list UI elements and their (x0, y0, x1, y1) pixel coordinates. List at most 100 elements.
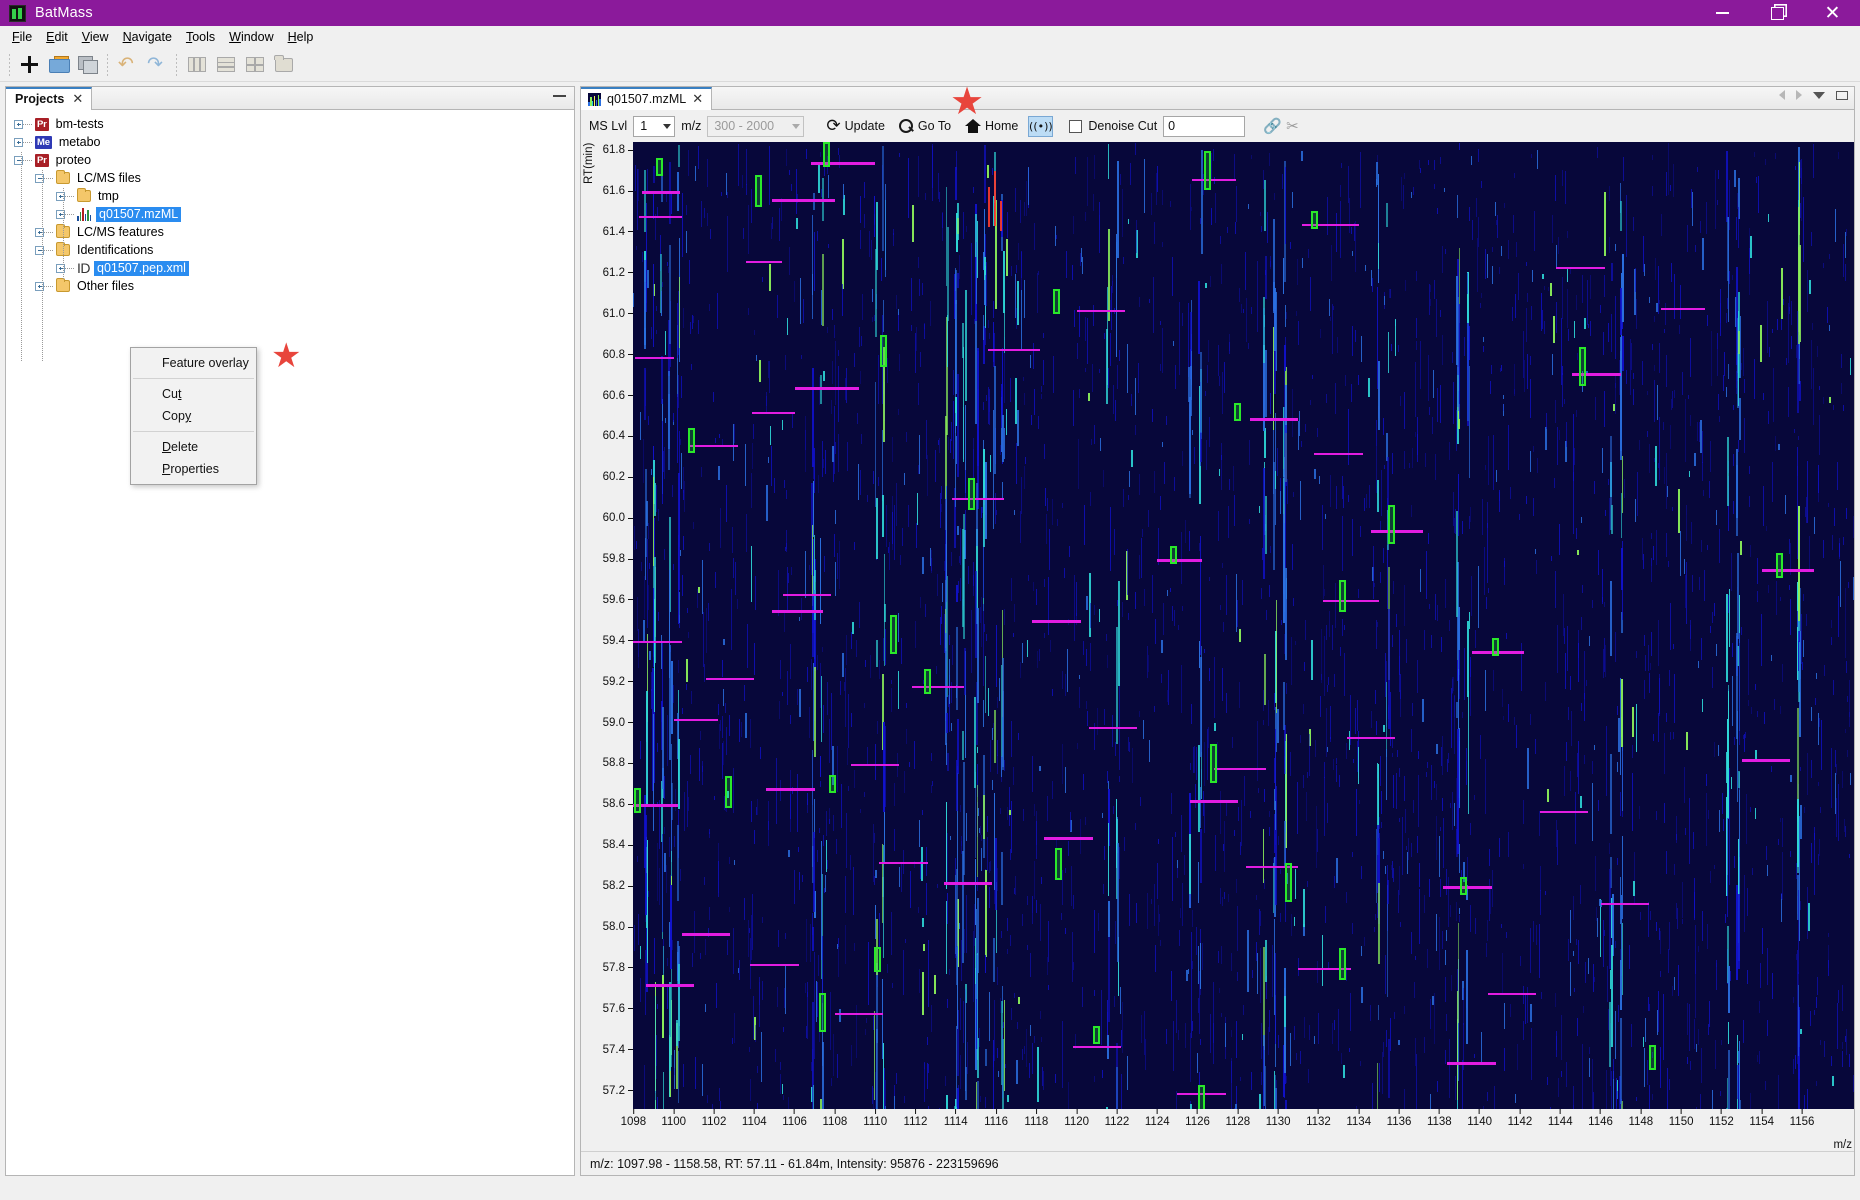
identification-marker (1198, 1084, 1206, 1109)
chevron-down-icon (792, 123, 801, 129)
redo-button[interactable]: ↷ (142, 51, 171, 79)
tree-item-q01507-pep-xml[interactable]: ID q01507.pep.xml (6, 259, 574, 277)
x-tick-label: 1114 (943, 1116, 968, 1128)
minimize-icon[interactable] (553, 95, 566, 97)
layout-rows-button[interactable] (211, 51, 240, 79)
heatmap-canvas[interactable] (633, 142, 1854, 1109)
ms-level-value: 1 (640, 119, 648, 133)
close-icon[interactable]: ✕ (692, 92, 703, 107)
denoise-cut-input[interactable]: 0 (1163, 115, 1246, 137)
minimize-icon[interactable] (1695, 0, 1750, 26)
tree-item-tmp[interactable]: tmp (6, 187, 574, 205)
tree-connector (44, 231, 53, 233)
x-axis-tick: 1148 (1628, 1109, 1653, 1128)
chevron-down-icon[interactable] (1813, 91, 1825, 99)
expand-icon[interactable] (14, 137, 23, 147)
window-controls: ✕ (1695, 0, 1860, 26)
projects-panel-header: Projects ✕ (6, 86, 574, 110)
y-tick-label: 58.6 (602, 798, 625, 811)
tab-projects[interactable]: Projects ✕ (6, 86, 93, 110)
tree-guide (63, 242, 64, 280)
tree-item-lc-ms-features[interactable]: LC/MS features (6, 223, 574, 241)
y-tick-label: 59.2 (602, 675, 625, 688)
menu-item-properties[interactable]: Properties (131, 458, 256, 480)
feature-overlay-bar (851, 763, 900, 767)
tree-item-bm-tests[interactable]: Pr bm-tests (6, 115, 574, 133)
expand-icon[interactable] (14, 119, 23, 129)
home-label: Home (985, 119, 1019, 133)
update-button[interactable]: ⟳ Update (822, 117, 889, 135)
tab-q01507-mzml[interactable]: q01507.mzML ✕ (581, 86, 713, 110)
menu-edit[interactable]: Edit (39, 28, 75, 46)
close-icon[interactable]: ✕ (72, 92, 83, 107)
x-tick-label: 1100 (661, 1116, 687, 1128)
lcms-map-plot[interactable]: RT(min) 61.8 61.6 61.4 61.2 61.0 60.8 60.6 60.4… (581, 142, 1854, 1151)
layout-grid-button[interactable] (240, 51, 269, 79)
x-axis-tick: 1100 (661, 1109, 686, 1128)
menu-item-feature-overlay[interactable]: Feature overlay (131, 352, 256, 374)
maximize-icon[interactable] (1836, 90, 1848, 100)
identification-marker (1578, 347, 1586, 387)
x-axis: 1098 1100 1102 1104 1106 1108 1110 1112 1114 1116… (621, 1109, 1854, 1131)
menu-tools[interactable]: Tools (179, 28, 222, 46)
tick-mark (1438, 1109, 1440, 1114)
chromatogram-icon (77, 207, 92, 221)
x-axis-tick: 1102 (702, 1109, 726, 1128)
new-project-button[interactable] (15, 51, 44, 79)
tree-item-other-files[interactable]: Other files (6, 277, 574, 295)
y-tick-label: 60.2 (602, 471, 625, 484)
menu-view[interactable]: View (75, 28, 116, 46)
link-icon[interactable]: 🔗 (1263, 118, 1282, 134)
menu-item-cut[interactable]: Cu t (131, 383, 256, 405)
undo-button[interactable]: ↶ (113, 51, 142, 79)
x-tick-label: 1136 (1386, 1116, 1412, 1128)
unlink-icon[interactable]: ✂ (1286, 118, 1303, 134)
broadcast-icon[interactable]: ((•)) (1028, 115, 1054, 137)
x-axis-tick: 1144 (1548, 1109, 1573, 1128)
tick-mark (914, 1109, 916, 1114)
mz-range-value: 300 - 2000 (714, 119, 775, 133)
menu-help[interactable]: Help (281, 28, 321, 46)
menu-window[interactable]: Window (222, 28, 280, 46)
tick-mark (753, 1109, 755, 1114)
menu-file[interactable]: File (5, 28, 39, 46)
tree-item-lc-ms-files[interactable]: LC/MS files (6, 169, 574, 187)
tick-mark (1116, 1109, 1118, 1114)
triangle-left-icon[interactable] (1779, 90, 1785, 100)
menu-item-copy[interactable]: Cop y (131, 405, 256, 427)
x-axis-tick: 1136 (1386, 1109, 1412, 1128)
open-project-button[interactable] (44, 51, 73, 79)
y-axis-tick: 59.2 (602, 675, 633, 688)
tick-mark (834, 1109, 836, 1114)
layout-columns-button[interactable] (182, 51, 211, 79)
x-tick-label: 1112 (903, 1116, 928, 1128)
x-tick-label: 1154 (1749, 1116, 1775, 1128)
tree-item-identifications[interactable]: Identifications (6, 241, 574, 259)
y-tick-label: 58.0 (602, 921, 625, 934)
feature-overlay-bar (689, 444, 739, 448)
mz-range-select[interactable]: 300 - 2000 (707, 115, 805, 137)
goto-button[interactable]: Go To (895, 117, 955, 136)
chevron-down-icon (663, 123, 672, 129)
save-all-button[interactable] (73, 51, 102, 79)
denoise-cut-checkbox[interactable] (1069, 119, 1083, 133)
x-tick-label: 1130 (1265, 1116, 1291, 1128)
tree-connector (65, 213, 74, 215)
feature-overlay-bar (1322, 599, 1379, 603)
ms-level-select[interactable]: 1 (633, 115, 676, 137)
x-tick-label: 1148 (1628, 1116, 1654, 1128)
tree-item-q01507-mzml[interactable]: q01507.mzML (6, 205, 574, 223)
menu-item-delete[interactable]: Delete (131, 436, 256, 458)
close-icon[interactable]: ✕ (1805, 0, 1860, 26)
feature-overlay-bar (1213, 767, 1267, 771)
identification-marker (823, 142, 831, 167)
restore-icon[interactable] (1750, 0, 1805, 26)
tree-item-metabo[interactable]: Me metabo (6, 133, 574, 151)
tree-guide (63, 188, 64, 242)
menu-navigate[interactable]: Navigate (116, 28, 179, 46)
layout-folder-button[interactable] (269, 51, 298, 79)
tree-item-proteo[interactable]: Pr proteo (6, 151, 574, 169)
folder-icon (77, 187, 91, 202)
triangle-right-icon[interactable] (1796, 90, 1802, 100)
x-axis-tick: 1128 (1225, 1109, 1250, 1128)
